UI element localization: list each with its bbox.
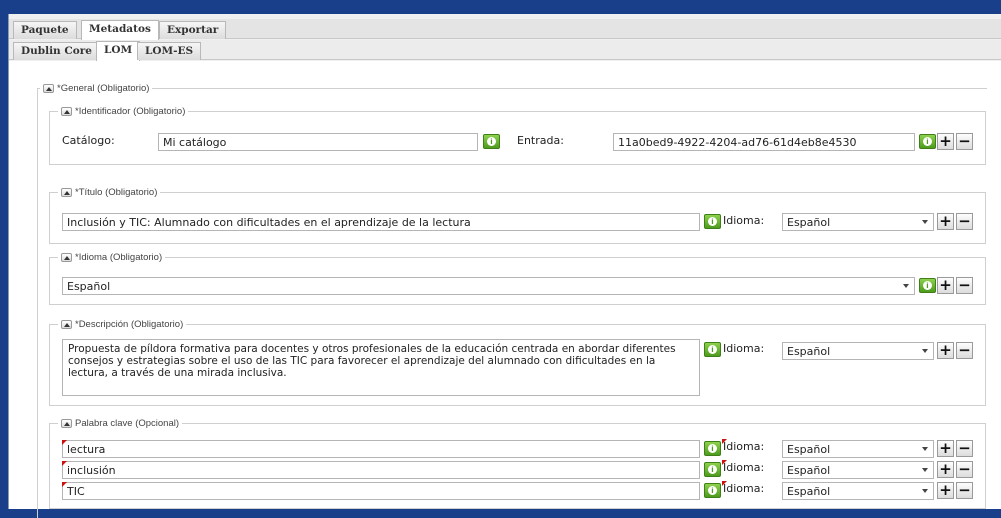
titulo-idioma-label: Idioma: — [723, 214, 765, 227]
info-icon[interactable]: i — [704, 342, 721, 357]
chevron-down-icon — [900, 280, 912, 292]
plus-icon[interactable]: + — [937, 342, 954, 359]
info-icon[interactable]: i — [704, 441, 721, 456]
collapse-icon[interactable] — [61, 188, 72, 197]
minus-icon[interactable]: − — [956, 277, 973, 294]
minus-icon[interactable]: − — [956, 213, 973, 230]
general-legend: *General (Obligatorio) — [40, 82, 153, 95]
catalogo-label: Catálogo: — [62, 134, 115, 147]
tab-dublin-core[interactable]: Dublin Core — [13, 42, 100, 60]
plus-icon[interactable]: + — [937, 133, 954, 150]
keyword-idioma-select[interactable]: Español — [782, 461, 934, 479]
idioma-section: *Idioma (Obligatorio) Español i + − — [49, 251, 986, 305]
plus-icon[interactable]: + — [937, 277, 954, 294]
keyword-idioma-label: Idioma: — [723, 440, 765, 453]
descripcion-idioma-select[interactable]: Español — [782, 342, 934, 360]
idioma-legend: *Idioma (Obligatorio) — [58, 251, 166, 264]
main-tabbar: Paquete Metadatos Exportar — [9, 19, 1001, 40]
descripcion-legend: *Descripción (Obligatorio) — [58, 318, 187, 331]
minus-icon[interactable]: − — [956, 342, 973, 359]
descripcion-legend-label: *Descripción (Obligatorio) — [75, 319, 184, 330]
descripcion-idioma-value: Español — [787, 345, 831, 358]
minus-icon[interactable]: − — [956, 133, 973, 150]
plus-icon[interactable]: + — [937, 482, 954, 499]
chevron-down-icon — [919, 345, 931, 357]
general-legend-label: *General (Obligatorio) — [57, 83, 150, 94]
keyword-input[interactable]: TIC — [62, 482, 700, 500]
keyword-input[interactable]: inclusión — [62, 461, 700, 479]
minus-icon[interactable]: − — [956, 482, 973, 499]
info-icon[interactable]: i — [704, 483, 721, 498]
entrada-label: Entrada: — [517, 134, 564, 147]
metadata-tabbar: Dublin Core LOM LOM-ES — [9, 40, 1001, 61]
collapse-icon[interactable] — [61, 253, 72, 262]
titulo-input[interactable]: Inclusión y TIC: Alumnado con dificultad… — [62, 213, 700, 231]
info-icon[interactable]: i — [919, 278, 936, 293]
required-marker — [62, 440, 67, 445]
required-marker — [62, 461, 67, 466]
titulo-idioma-value: Español — [787, 216, 831, 229]
metadata-content: *General (Obligatorio) *Identificador (O… — [9, 61, 1001, 518]
identificador-section: *Identificador (Obligatorio) Catálogo: M… — [49, 105, 986, 165]
keyword-idioma-value: Español — [787, 443, 831, 456]
titulo-idioma-select[interactable]: Español — [782, 213, 934, 231]
minus-icon[interactable]: − — [956, 461, 973, 478]
palabra-clave-legend: Palabra clave (Opcional) — [58, 417, 183, 430]
plus-icon[interactable]: + — [937, 461, 954, 478]
titulo-legend-label: *Título (Obligatorio) — [75, 187, 158, 198]
titulo-section: *Título (Obligatorio) Inclusión y TIC: A… — [49, 186, 986, 244]
titulo-legend: *Título (Obligatorio) — [58, 186, 161, 199]
keyword-idioma-label: Idioma: — [723, 482, 765, 495]
tab-exportar[interactable]: Exportar — [159, 21, 227, 39]
descripcion-idioma-label: Idioma: — [723, 342, 765, 355]
collapse-icon[interactable] — [43, 84, 54, 93]
chevron-down-icon — [919, 485, 931, 497]
tab-paquete[interactable]: Paquete — [13, 21, 77, 39]
chevron-down-icon — [919, 464, 931, 476]
chevron-down-icon — [919, 216, 931, 228]
keyword-idioma-select[interactable]: Español — [782, 440, 934, 458]
collapse-icon[interactable] — [61, 107, 72, 116]
keyword-idioma-value: Español — [787, 485, 831, 498]
keyword-idioma-select[interactable]: Español — [782, 482, 934, 500]
entrada-input[interactable]: 11a0bed9-4922-4204-ad76-61d4eb8e4530 — [613, 133, 915, 151]
palabra-clave-legend-label: Palabra clave (Opcional) — [75, 418, 180, 429]
descripcion-section: *Descripción (Obligatorio) Propuesta de … — [49, 318, 986, 406]
descripcion-textarea[interactable]: Propuesta de píldora formativa para doce… — [62, 339, 700, 396]
identificador-legend: *Identificador (Obligatorio) — [58, 105, 189, 118]
tab-lom[interactable]: LOM — [96, 41, 141, 61]
info-icon[interactable]: i — [704, 214, 721, 229]
identificador-legend-label: *Identificador (Obligatorio) — [75, 106, 186, 117]
plus-icon[interactable]: + — [937, 213, 954, 230]
keyword-idioma-value: Español — [787, 464, 831, 477]
chevron-down-icon — [919, 443, 931, 455]
collapse-icon[interactable] — [61, 419, 72, 428]
idioma-value: Español — [67, 280, 111, 293]
info-icon[interactable]: i — [704, 462, 721, 477]
info-icon[interactable]: i — [919, 134, 936, 149]
editor-window: Paquete Metadatos Exportar Dublin Core L… — [8, 14, 1001, 518]
tab-lom-es[interactable]: LOM-ES — [137, 42, 202, 60]
info-icon[interactable]: i — [483, 134, 500, 149]
idioma-select[interactable]: Español — [62, 277, 915, 295]
keyword-input[interactable]: lectura — [62, 440, 700, 458]
tab-metadatos[interactable]: Metadatos — [81, 20, 159, 40]
catalogo-input[interactable]: Mi catálogo — [158, 133, 478, 151]
collapse-icon[interactable] — [61, 320, 72, 329]
plus-icon[interactable]: + — [937, 440, 954, 457]
keyword-idioma-label: Idioma: — [723, 461, 765, 474]
palabra-clave-section: Palabra clave (Opcional) lectura i Idiom… — [49, 417, 986, 509]
minus-icon[interactable]: − — [956, 440, 973, 457]
required-marker — [62, 482, 67, 487]
idioma-legend-label: *Idioma (Obligatorio) — [75, 252, 163, 263]
